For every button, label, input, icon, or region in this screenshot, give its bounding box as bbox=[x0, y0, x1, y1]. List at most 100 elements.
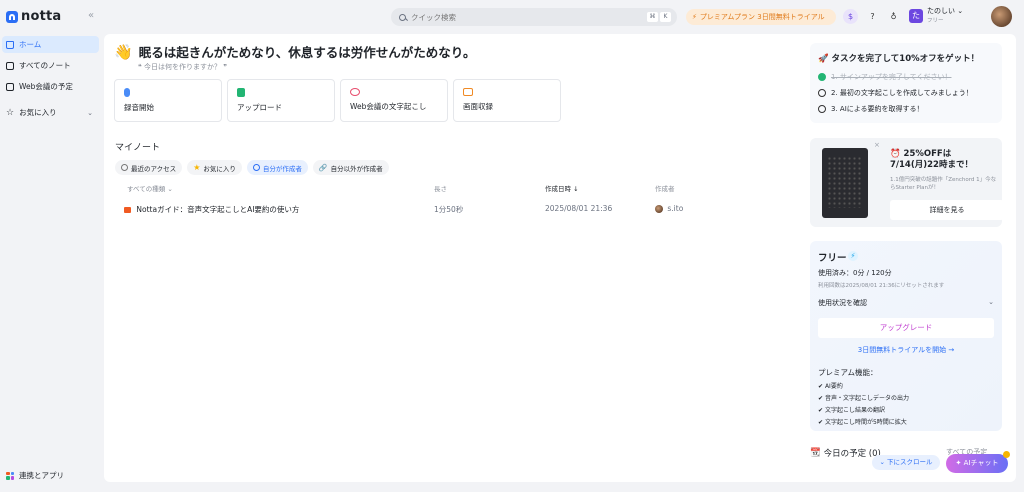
workspace-name: たのしい bbox=[927, 7, 955, 15]
sidebar-item-all-notes[interactable]: すべてのノート bbox=[2, 57, 99, 74]
help-icon[interactable]: ? bbox=[865, 9, 880, 24]
check-circle-icon bbox=[818, 73, 826, 81]
screen-record-icon bbox=[463, 88, 473, 96]
clock-icon bbox=[121, 164, 128, 171]
link-icon: 🔗 bbox=[318, 163, 328, 172]
app-name: notta bbox=[21, 9, 62, 24]
chevron-down-icon: ⌄ bbox=[957, 7, 964, 15]
today-label: 今日の予定 (0) bbox=[823, 449, 881, 459]
feature-item: ✔ 音声・文字起こしデータの出力 bbox=[818, 395, 909, 402]
apps-grid-icon bbox=[6, 471, 14, 480]
premium-features-title: プレミアム機能： bbox=[818, 368, 878, 377]
author-avatar bbox=[655, 205, 663, 213]
circle-icon bbox=[818, 105, 826, 113]
product-image bbox=[822, 148, 868, 218]
task-item-first-transcription[interactable]: 2. 最初の文字起こしを作成してみましょう！ bbox=[818, 88, 973, 98]
star-icon: ☆ bbox=[6, 107, 15, 118]
upload-file-icon bbox=[237, 88, 245, 97]
filter-favorites[interactable]: ★ お気に入り bbox=[187, 160, 242, 175]
check-icon: ✔ bbox=[818, 419, 824, 426]
lightbulb-icon[interactable]: ♁ bbox=[886, 9, 901, 24]
task-item-signup[interactable]: 1. サインアップを完了してください！ bbox=[818, 72, 951, 82]
filter-created-by-me[interactable]: 自分が作成者 bbox=[246, 160, 308, 175]
task-item-ai-summary[interactable]: 3. AIによる要約を取得する！ bbox=[818, 104, 924, 114]
home-icon bbox=[6, 40, 14, 49]
check-icon: ✔ bbox=[818, 407, 824, 414]
check-icon: ✔ bbox=[818, 383, 824, 390]
sidebar-item-favorites[interactable]: ☆ お気に入り ⌄ bbox=[2, 104, 99, 121]
check-usage-toggle[interactable]: 使用状況を確認 ⌄ bbox=[818, 298, 994, 308]
note-author: s.ito bbox=[655, 204, 683, 213]
credits-icon[interactable]: $ bbox=[843, 9, 858, 24]
promo-title: ⏰ 25%OFFは7/14(月)22時まで！ bbox=[890, 149, 973, 170]
chevron-down-icon: ⌄ bbox=[988, 298, 994, 306]
star-icon: ★ bbox=[193, 163, 201, 172]
header-length[interactable]: 長さ bbox=[434, 183, 447, 193]
calendar-icon: 📆 bbox=[810, 448, 821, 458]
feature-item: ✔ 文字起こし結果の翻訳 bbox=[818, 407, 885, 414]
sidebar-item-label: ホーム bbox=[19, 40, 42, 49]
details-button[interactable]: 詳細を見る bbox=[890, 200, 1004, 220]
notes-icon bbox=[6, 61, 14, 70]
search-input[interactable] bbox=[411, 12, 631, 22]
my-notes-title: マイノート bbox=[115, 143, 161, 153]
note-length: 1分50秒 bbox=[434, 205, 464, 214]
user-avatar[interactable] bbox=[991, 6, 1012, 27]
upgrade-button[interactable]: アップグレード bbox=[818, 318, 994, 338]
note-created: 2025/08/01 21:36 bbox=[545, 204, 613, 213]
premium-trial-banner[interactable]: ⚡ プレミアムプラン 3日間無料トライアル bbox=[686, 9, 836, 25]
plan-name: フリー bbox=[818, 253, 847, 264]
user-icon bbox=[252, 164, 260, 171]
filter-recent[interactable]: 最近のアクセス bbox=[115, 160, 183, 175]
waving-hand-icon: 👋 bbox=[114, 42, 133, 61]
screen-record-button[interactable]: 画面収録 bbox=[453, 79, 561, 122]
sidebar-item-meetings[interactable]: Web会議の予定 bbox=[2, 78, 99, 95]
check-icon: ✔ bbox=[818, 395, 824, 402]
workspace-plan: フリー bbox=[927, 18, 944, 24]
microphone-icon bbox=[124, 88, 130, 97]
sort-down-icon: ↓ bbox=[573, 185, 579, 193]
sidebar: ホーム すべてのノート Web会議の予定 ☆ お気に入り ⌄ 連携とアプリ bbox=[0, 34, 103, 492]
note-title[interactable]: Nottaガイド：音声文字起こしとAI要約の使い方 bbox=[124, 204, 299, 215]
feature-item: ✔ 文字起こし時間が5時間に拡大 bbox=[818, 419, 907, 426]
chevron-down-icon: ⌄ bbox=[167, 185, 173, 193]
search-icon bbox=[399, 13, 406, 21]
sparkle-icon: ✦ bbox=[955, 459, 962, 467]
close-icon[interactable]: × bbox=[874, 141, 880, 149]
promo-card: × ⏰ 25%OFFは7/14(月)22時まで！ 1.1億円突破の話題作「Zen… bbox=[810, 138, 1004, 227]
integrations-label: 連携とアプリ bbox=[19, 471, 64, 480]
chevron-down-icon[interactable]: ⌄ bbox=[87, 109, 93, 117]
start-trial-link[interactable]: 3日間無料トライアルを開始 → bbox=[810, 345, 1002, 355]
ai-chat-button[interactable]: ✦ AIチャット bbox=[946, 451, 1010, 473]
today-schedule: 📆 今日の予定 (0) bbox=[810, 447, 881, 459]
workspace-avatar: た bbox=[909, 8, 923, 23]
task-title: 🚀 タスクを完了して10%オフをゲット！ bbox=[818, 54, 980, 64]
sidebar-item-label: お気に入り bbox=[19, 108, 57, 117]
main-panel: 👋 眠るは起きんがためなり、休息するは労作せんがためなり。 ❝ 今日は何を作りま… bbox=[104, 34, 1016, 482]
quote-prompt: ❝ 今日は何を作りますか？ ❞ bbox=[138, 63, 227, 71]
sidebar-item-label: すべてのノート bbox=[19, 61, 71, 70]
close-quote-icon: ❞ bbox=[221, 63, 227, 71]
scroll-down-button[interactable]: ⌄ 下にスクロール bbox=[872, 455, 940, 470]
notification-dot bbox=[1003, 451, 1010, 458]
collapse-sidebar-icon[interactable]: « bbox=[88, 10, 94, 21]
usage-reset-text: 利用回数は2025/08/01 21:36にリセットされます bbox=[818, 283, 945, 289]
search-bar[interactable]: ⌘ K bbox=[391, 8, 677, 26]
shortcut-cmd-key: ⌘ bbox=[647, 12, 658, 22]
top-bar: notta « ⌘ K ⚡ プレミアムプラン 3日間無料トライアル $ ? ♁ … bbox=[0, 0, 1024, 34]
feature-item: ✔ AI要約 bbox=[818, 383, 843, 390]
promo-subtitle: 1.1億円突破の話題作「Zenchord 1」今ならStarter Planが！ bbox=[890, 177, 997, 191]
header-created[interactable]: 作成日時 ↓ bbox=[545, 183, 579, 193]
sidebar-item-home[interactable]: ホーム bbox=[2, 36, 99, 53]
filter-created-by-others[interactable]: 🔗 自分以外が作成者 bbox=[312, 160, 389, 175]
workspace-switcher[interactable]: た たのしい ⌄ フリー bbox=[909, 7, 963, 24]
record-button[interactable]: 録音開始 bbox=[114, 79, 222, 122]
header-author[interactable]: 作成者 bbox=[655, 183, 675, 193]
integrations-link[interactable]: 連携とアプリ bbox=[6, 470, 64, 481]
logo[interactable]: notta bbox=[6, 9, 61, 24]
upload-button[interactable]: アップロード bbox=[227, 79, 335, 122]
circle-icon bbox=[818, 89, 826, 97]
notes-filters: 最近のアクセス ★ お気に入り 自分が作成者 🔗 自分以外が作成者 bbox=[115, 160, 389, 175]
header-type-filter[interactable]: すべての種類 ⌄ bbox=[127, 183, 173, 193]
web-meeting-transcribe-button[interactable]: Web会議の文字起こし bbox=[340, 79, 448, 122]
